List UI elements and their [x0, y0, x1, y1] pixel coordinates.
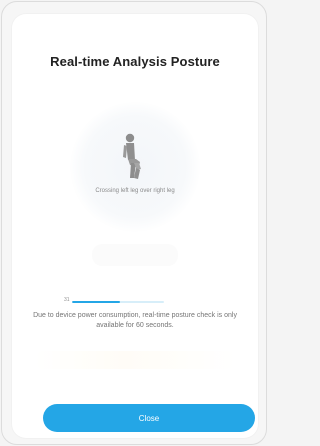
- app-frame: Real-time Analysis Posture Crossing left…: [1, 1, 267, 445]
- progress-track: [72, 301, 164, 303]
- background-fade: [34, 351, 236, 369]
- person-sitting-crossed-legs-icon: [123, 133, 141, 179]
- background-pill: [92, 244, 178, 266]
- posture-dialog: Real-time Analysis Posture Crossing left…: [12, 14, 258, 438]
- dialog-title: Real-time Analysis Posture: [50, 54, 220, 69]
- close-button[interactable]: Close: [43, 404, 255, 432]
- posture-label: Crossing left leg over right leg: [95, 188, 175, 194]
- timer-progress: 31: [64, 297, 214, 306]
- progress-fill: [72, 301, 120, 303]
- progress-count: 31: [64, 297, 70, 303]
- power-note: Due to device power consumption, real-ti…: [33, 312, 237, 329]
